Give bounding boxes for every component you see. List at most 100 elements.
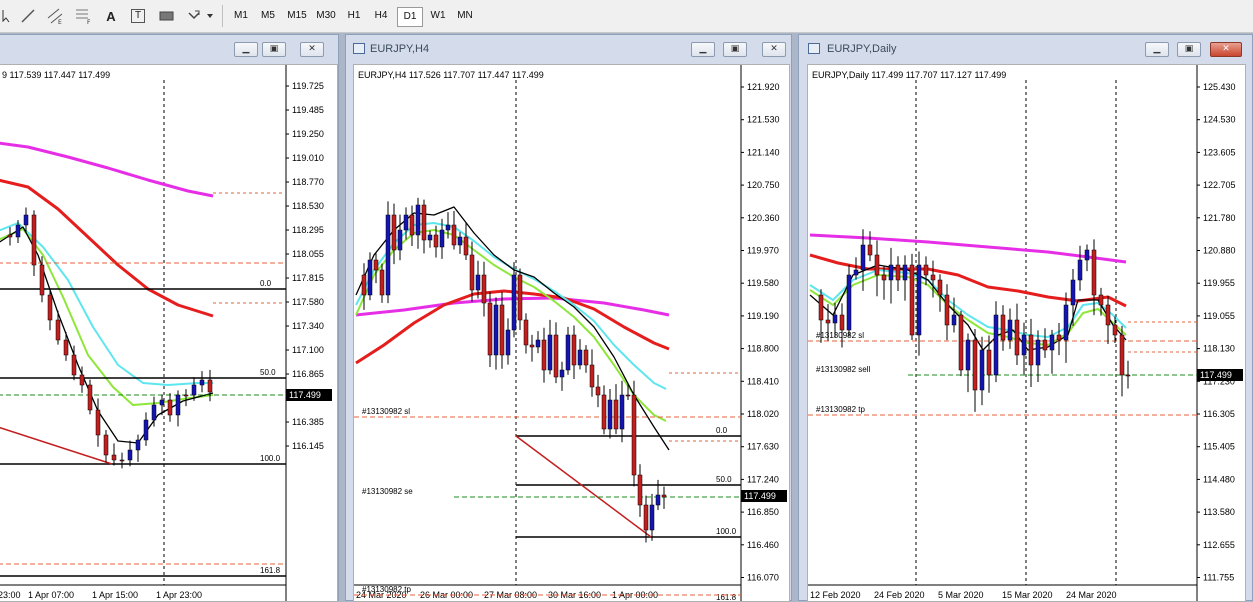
price-tick-label: 116.305 xyxy=(1203,409,1235,419)
price-tick-label: 116.865 xyxy=(292,369,324,379)
timeframe-h4-button[interactable]: H4 xyxy=(370,7,392,25)
candle-body xyxy=(151,404,157,421)
candle-body xyxy=(1119,334,1125,376)
chart-window-eurjpy-daily: EURJPY,Daily ▁ ▣ ✕ 125.430 124.530 123.605… xyxy=(798,34,1253,602)
candle-body xyxy=(119,459,125,462)
trend-line xyxy=(0,426,113,465)
maximize-button[interactable]: ▣ xyxy=(1177,42,1201,57)
text-icon[interactable]: A xyxy=(102,6,120,26)
candle-body xyxy=(583,349,589,366)
candle-body xyxy=(1035,339,1041,366)
maximize-button[interactable]: ▣ xyxy=(723,42,747,57)
candle-body xyxy=(1105,304,1111,326)
candle-body xyxy=(55,319,61,341)
time-tick-label: 1 Apr 15:00 xyxy=(92,590,138,600)
window-titlebar[interactable]: ▁ ▣ ✕ xyxy=(0,35,338,63)
chart-header: EURJPY,H4 117.526 117.707 117.447 117.49… xyxy=(358,70,544,80)
candle-body xyxy=(47,294,53,321)
candle-body xyxy=(385,214,391,296)
candle-body xyxy=(661,494,667,498)
chart-header: 9 117.539 117.447 117.499 xyxy=(2,70,111,80)
price-tick-label: 118.295 xyxy=(292,225,324,235)
candle-body xyxy=(547,334,553,371)
candle-body xyxy=(31,214,37,266)
candle-body xyxy=(517,274,523,321)
candle-body xyxy=(601,394,607,430)
price-tick-label: 115.405 xyxy=(1203,442,1235,452)
chart-canvas[interactable]: 121.920 121.530 121.140 120.750 120.360 119.9… xyxy=(353,64,790,602)
price-tick-label: 116.850 xyxy=(747,507,779,517)
price-tick-label: 121.920 xyxy=(747,82,780,92)
current-price-label: 117.499 xyxy=(289,390,321,400)
rectangle-icon[interactable] xyxy=(156,6,178,26)
maximize-button[interactable]: ▣ xyxy=(262,42,286,57)
minimize-button[interactable]: ▁ xyxy=(234,42,258,57)
close-button[interactable]: ✕ xyxy=(762,42,786,57)
candle-body xyxy=(135,439,141,451)
timeframe-mn-button[interactable]: MN xyxy=(453,7,477,25)
timeframe-m1-button[interactable]: M1 xyxy=(229,7,253,25)
time-tick-label: 1 Apr 23:00 xyxy=(156,590,202,600)
candle-body xyxy=(613,399,619,430)
window-titlebar[interactable]: EURJPY,Daily ▁ ▣ ✕ xyxy=(799,35,1252,63)
fibo-icon[interactable]: F xyxy=(72,6,94,26)
candle-body xyxy=(487,302,493,356)
timeframe-w1-button[interactable]: W1 xyxy=(426,7,450,25)
close-button[interactable]: ✕ xyxy=(1210,42,1242,57)
minimize-button[interactable]: ▁ xyxy=(1145,42,1169,57)
chart-window-left: ▁ ▣ ✕ 119.725 119.485 119.250 119.010 118.77… xyxy=(0,34,339,602)
trend-line xyxy=(515,435,652,538)
candle-body xyxy=(397,229,403,251)
timeframe-m30-button[interactable]: M30 xyxy=(313,7,339,25)
price-tick-label: 121.140 xyxy=(747,147,780,157)
candle-body xyxy=(1091,249,1097,296)
cursor-icon[interactable] xyxy=(2,6,10,26)
price-tick-label: 118.770 xyxy=(292,177,324,187)
candle-body xyxy=(143,419,149,441)
price-tick-label: 123.605 xyxy=(1203,147,1236,157)
minimize-button[interactable]: ▁ xyxy=(691,42,715,57)
price-tick-label: 119.190 xyxy=(747,311,779,321)
candle-body xyxy=(451,224,457,246)
candle-body xyxy=(874,254,880,276)
candle-body xyxy=(930,274,936,281)
window-titlebar[interactable]: EURJPY,H4 ▁ ▣ ✕ xyxy=(346,35,791,63)
timeframe-m5-button[interactable]: M5 xyxy=(256,7,280,25)
channel-icon[interactable]: E xyxy=(44,6,66,26)
candle-body xyxy=(79,374,85,386)
text-label-icon[interactable]: T xyxy=(128,6,148,26)
arrows-icon[interactable] xyxy=(186,6,214,26)
chart-window-eurjpy-h4: EURJPY,H4 ▁ ▣ ✕ 121.920 121.530 121.140 120… xyxy=(345,34,792,602)
candle-body xyxy=(403,214,409,231)
line-icon[interactable] xyxy=(18,6,38,26)
price-tick-label: 120.880 xyxy=(1203,246,1236,256)
candle-body xyxy=(1084,249,1090,261)
fibo-level-label: 0.0 xyxy=(260,279,272,288)
price-tick-label: 119.970 xyxy=(747,246,779,256)
candle-body xyxy=(535,339,541,348)
chart-canvas[interactable]: 125.430 124.530 123.605 122.705 121.780 120.8… xyxy=(807,64,1246,602)
timeframe-d1-button[interactable]: D1 xyxy=(397,7,423,27)
candle-body xyxy=(986,349,992,376)
candle-body xyxy=(944,294,950,326)
chart-canvas[interactable]: 119.725 119.485 119.250 119.010 118.770 118.5… xyxy=(0,64,338,602)
chart-window-icon xyxy=(808,43,820,54)
timeframe-m15-button[interactable]: M15 xyxy=(284,7,310,25)
price-tick-label: 116.460 xyxy=(747,540,779,550)
candle-body xyxy=(379,269,385,296)
candle-body xyxy=(832,314,838,324)
candle-body xyxy=(993,314,999,376)
timeframe-h1-button[interactable]: H1 xyxy=(343,7,365,25)
candle-body xyxy=(958,314,964,371)
price-tick-label: 125.430 xyxy=(1203,82,1236,92)
close-button[interactable]: ✕ xyxy=(300,42,324,57)
price-tick-label: 120.750 xyxy=(747,180,780,190)
fibo-level-label: 50.0 xyxy=(260,368,276,377)
fibo-level-label: 161.8 xyxy=(260,566,281,575)
window-title: EURJPY,H4 xyxy=(370,43,430,55)
candle-body xyxy=(1000,314,1006,341)
time-tick-label: 24 Feb 2020 xyxy=(874,590,925,600)
candle-body xyxy=(127,449,133,461)
candle-body xyxy=(523,319,529,346)
order-entry-label: #13130982 sell xyxy=(816,365,870,374)
